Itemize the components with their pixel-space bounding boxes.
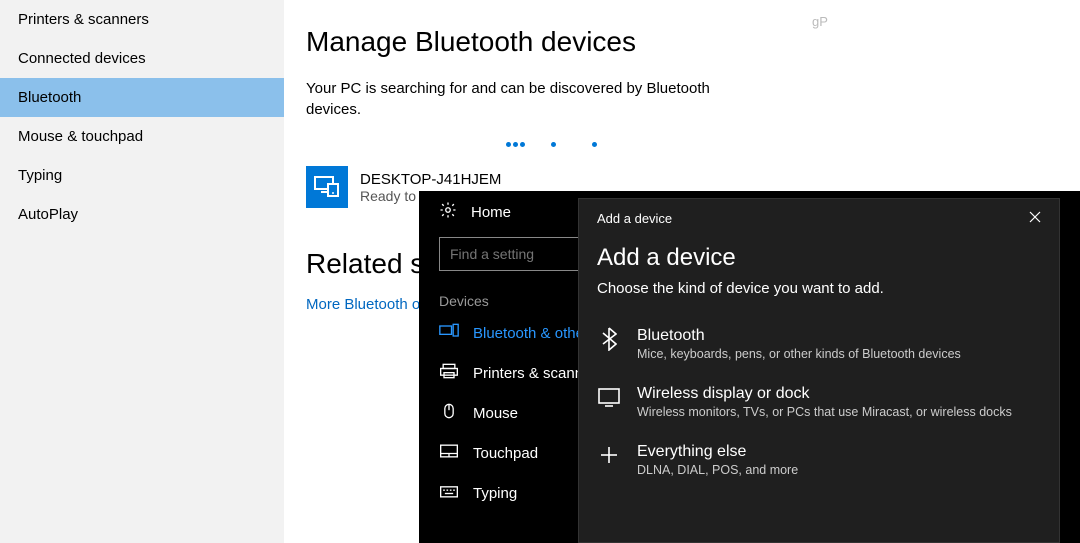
mouse-icon — [439, 403, 459, 423]
touchpad-icon — [439, 443, 459, 463]
dialog-heading: Add a device — [579, 238, 1059, 280]
printer-icon — [439, 363, 459, 383]
nav-label: Mouse — [473, 405, 518, 422]
loading-dots — [506, 134, 1058, 152]
dialog-titlebar: Add a device — [597, 211, 672, 226]
sidebar-item-mouse-touchpad[interactable]: Mouse & touchpad — [0, 117, 284, 156]
device-name: DESKTOP-J41HJEM — [360, 171, 501, 188]
sidebar-item-connected-devices[interactable]: Connected devices — [0, 39, 284, 78]
option-title: Everything else — [637, 443, 798, 461]
gear-icon — [439, 201, 457, 223]
watermark-text: gP — [812, 14, 828, 29]
settings-sidebar: Printers & scanners Connected devices Bl… — [0, 0, 284, 543]
sidebar-item-typing[interactable]: Typing — [0, 156, 284, 195]
display-icon — [597, 385, 621, 409]
search-input[interactable] — [439, 237, 579, 271]
option-title: Bluetooth — [637, 327, 961, 345]
nav-label: Typing — [473, 485, 517, 502]
nav-label: Touchpad — [473, 445, 538, 462]
sidebar-item-printers-scanners[interactable]: Printers & scanners — [0, 0, 284, 39]
plus-icon — [597, 443, 621, 467]
option-wireless-display[interactable]: Wireless display or dock Wireless monitor… — [579, 373, 1059, 431]
option-title: Wireless display or dock — [637, 385, 1012, 403]
keyboard-icon — [439, 483, 459, 503]
bluetooth-icon — [597, 327, 621, 351]
sidebar-item-autoplay[interactable]: AutoPlay — [0, 195, 284, 234]
pc-icon — [306, 166, 348, 208]
option-desc: Mice, keyboards, pens, or other kinds of… — [637, 347, 961, 361]
close-icon — [1029, 211, 1041, 223]
page-title: Manage Bluetooth devices — [306, 26, 1058, 58]
close-button[interactable] — [1025, 207, 1045, 230]
option-everything-else[interactable]: Everything else DLNA, DIAL, POS, and more — [579, 431, 1059, 489]
page-description: Your PC is searching for and can be disc… — [306, 78, 726, 120]
sidebar-item-bluetooth[interactable]: Bluetooth — [0, 78, 284, 117]
home-label: Home — [471, 204, 511, 221]
option-desc: Wireless monitors, TVs, or PCs that use … — [637, 405, 1012, 419]
add-device-dialog: Add a device Add a device Choose the kin… — [578, 198, 1060, 543]
option-bluetooth[interactable]: Bluetooth Mice, keyboards, pens, or other… — [579, 315, 1059, 373]
dialog-subtext: Choose the kind of device you want to ad… — [579, 280, 1059, 315]
option-desc: DLNA, DIAL, POS, and more — [637, 463, 798, 477]
devices-icon — [439, 323, 459, 343]
